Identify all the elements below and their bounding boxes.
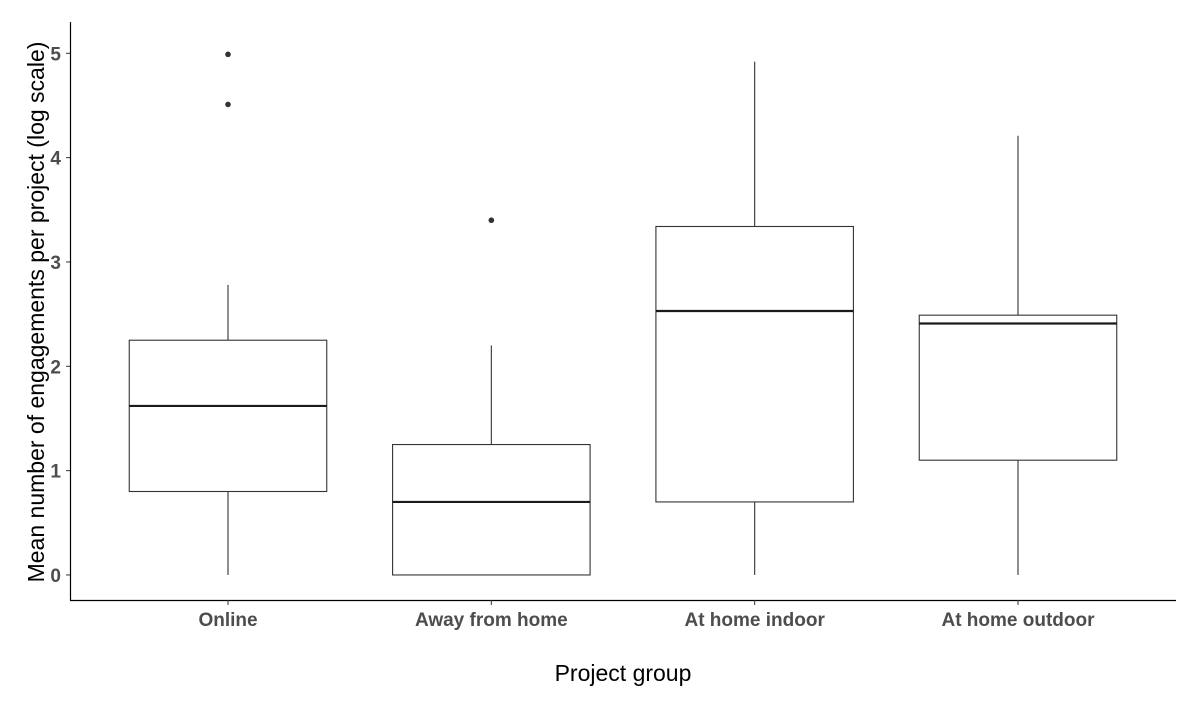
box-iqr	[918, 314, 1118, 461]
boxes-layer	[128, 51, 1118, 576]
box-group	[918, 135, 1118, 575]
axes-layer	[69, 22, 1176, 602]
y-tick-label: 2	[50, 357, 61, 378]
y-tick-label: 4	[50, 149, 61, 170]
x-tick-label: Away from home	[415, 610, 568, 631]
outlier-point	[488, 217, 495, 224]
y-tick-label: 0	[50, 566, 61, 587]
boxplot-chart: 0 1 2 3 4 5 Online Away from home At home indoo…	[23, 22, 1176, 686]
y-tick-label: 5	[50, 44, 61, 65]
box-group	[392, 217, 591, 576]
y-ticks: 0 1 2 3 4 5	[50, 44, 70, 587]
box-iqr	[655, 225, 854, 503]
box-iqr	[128, 339, 328, 493]
y-axis-title: Mean number of engagements per project (…	[23, 42, 49, 583]
x-axis-title: Project group	[555, 660, 692, 686]
box-group	[655, 61, 854, 575]
box-group	[128, 51, 328, 575]
x-tick-label: Online	[198, 610, 257, 631]
box-iqr	[392, 443, 591, 576]
x-ticks: Online Away from home At home indoor At hom…	[198, 600, 1095, 631]
outlier-point	[225, 101, 231, 108]
x-tick-label: At home indoor	[684, 610, 825, 631]
y-tick-label: 1	[50, 462, 61, 483]
x-tick-label: At home outdoor	[941, 610, 1095, 631]
y-tick-label: 3	[50, 253, 61, 274]
outlier-point	[225, 51, 231, 58]
